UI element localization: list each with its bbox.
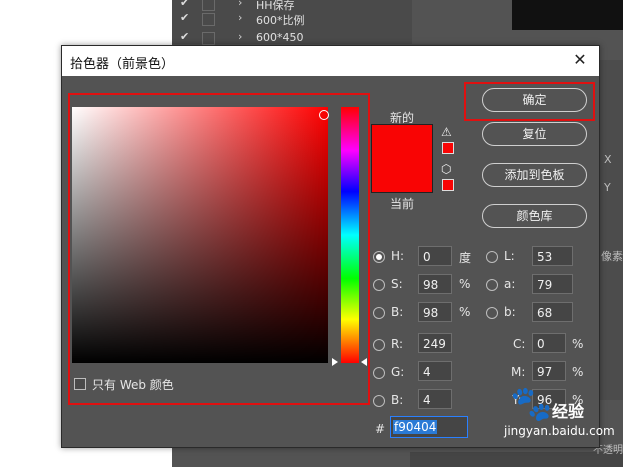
h-input[interactable]: 0 <box>418 246 452 266</box>
hue-slider[interactable] <box>341 107 359 363</box>
b-rgb-label: B: <box>391 393 404 407</box>
dialog-title: 拾色器（前景色） <box>70 57 175 72</box>
color-field-cursor[interactable] <box>319 110 329 120</box>
hue-slider-arrow-left[interactable] <box>332 358 338 366</box>
web-safe-cube-icon[interactable]: ⬡ <box>441 162 451 176</box>
m-label: M: <box>511 365 526 379</box>
radio-b-lab[interactable] <box>486 307 498 319</box>
b-lab-label: b: <box>504 305 516 319</box>
m-input[interactable]: 97 <box>532 361 566 381</box>
web-colors-checkbox[interactable] <box>74 378 86 390</box>
layer-row[interactable]: ✔ › 600*比例 <box>172 9 412 29</box>
dialog-titlebar[interactable]: 拾色器（前景色） ✕ <box>62 46 599 76</box>
ok-button[interactable]: 确定 <box>482 88 587 112</box>
radio-b-hsb[interactable] <box>373 307 385 319</box>
chevron-right-icon[interactable]: › <box>238 30 242 43</box>
y-label: Y <box>604 181 611 194</box>
c-label: C: <box>513 337 526 351</box>
b-lab-input[interactable]: 68 <box>532 302 573 322</box>
hex-hash-label: # <box>375 422 386 436</box>
a-input[interactable]: 79 <box>532 274 573 294</box>
watermark-name: 经验 <box>552 402 585 421</box>
c-unit: % <box>572 337 584 351</box>
h-unit: 度 <box>459 251 472 265</box>
l-label: L: <box>504 249 515 263</box>
watermark: 🐾 经验 jingyan.baidu.com <box>504 384 615 444</box>
radio-g[interactable] <box>373 367 385 379</box>
radio-r[interactable] <box>373 339 385 351</box>
hex-input[interactable]: f90404 <box>390 416 468 438</box>
s-input[interactable]: 98 <box>418 274 452 294</box>
a-label: a: <box>504 277 516 291</box>
current-color-label: 当前 <box>390 197 415 211</box>
current-color-swatch[interactable] <box>371 160 433 193</box>
radio-b-rgb[interactable] <box>373 395 385 407</box>
baidu-paw-icon: 🐾 <box>510 384 553 424</box>
gamut-warning-icon[interactable]: ⚠ <box>441 125 452 139</box>
radio-h[interactable] <box>373 251 385 263</box>
pixel-label: 像素 <box>601 250 623 263</box>
bottom-bar <box>410 452 623 467</box>
web-colors-label: 只有 Web 颜色 <box>92 378 174 392</box>
hue-slider-arrow-right[interactable] <box>361 358 367 366</box>
radio-s[interactable] <box>373 279 385 291</box>
b-hsb-label: B: <box>391 305 404 319</box>
radio-a[interactable] <box>486 279 498 291</box>
g-input[interactable]: 4 <box>418 361 452 381</box>
layer-label: 600*450 <box>256 31 304 44</box>
reset-button[interactable]: 复位 <box>482 122 587 146</box>
layer-label: 600*比例 <box>256 14 305 27</box>
m-unit: % <box>572 365 584 379</box>
chevron-right-icon[interactable]: › <box>238 0 242 9</box>
close-icon[interactable]: ✕ <box>569 49 591 71</box>
hex-value: f90404 <box>393 420 438 434</box>
r-input[interactable]: 249 <box>418 333 452 353</box>
visibility-check-icon[interactable]: ✔ <box>180 0 189 9</box>
layer-checkbox[interactable] <box>202 32 215 45</box>
c-input[interactable]: 0 <box>532 333 566 353</box>
s-unit: % <box>459 277 471 291</box>
r-label: R: <box>391 337 404 351</box>
chevron-right-icon[interactable]: › <box>238 11 242 24</box>
new-color-swatch <box>371 124 433 161</box>
h-label: H: <box>391 249 405 263</box>
b-rgb-input[interactable]: 4 <box>418 389 452 409</box>
add-to-swatches-button[interactable]: 添加到色板 <box>482 163 587 187</box>
web-safe-swatch[interactable] <box>442 179 454 191</box>
g-label: G: <box>391 365 405 379</box>
visibility-check-icon[interactable]: ✔ <box>180 11 189 24</box>
l-input[interactable]: 53 <box>532 246 573 266</box>
s-label: S: <box>391 277 403 291</box>
color-libraries-button[interactable]: 颜色库 <box>482 204 587 228</box>
b-hsb-input[interactable]: 98 <box>418 302 452 322</box>
gamut-warning-swatch[interactable] <box>442 142 454 154</box>
layer-checkbox[interactable] <box>202 13 215 26</box>
visibility-check-icon[interactable]: ✔ <box>180 30 189 43</box>
x-label: X <box>604 153 612 166</box>
canvas-preview <box>512 0 623 30</box>
radio-l[interactable] <box>486 251 498 263</box>
b-hsb-unit: % <box>459 305 471 319</box>
color-field[interactable] <box>72 107 328 363</box>
watermark-domain: jingyan.baidu.com <box>504 424 615 438</box>
